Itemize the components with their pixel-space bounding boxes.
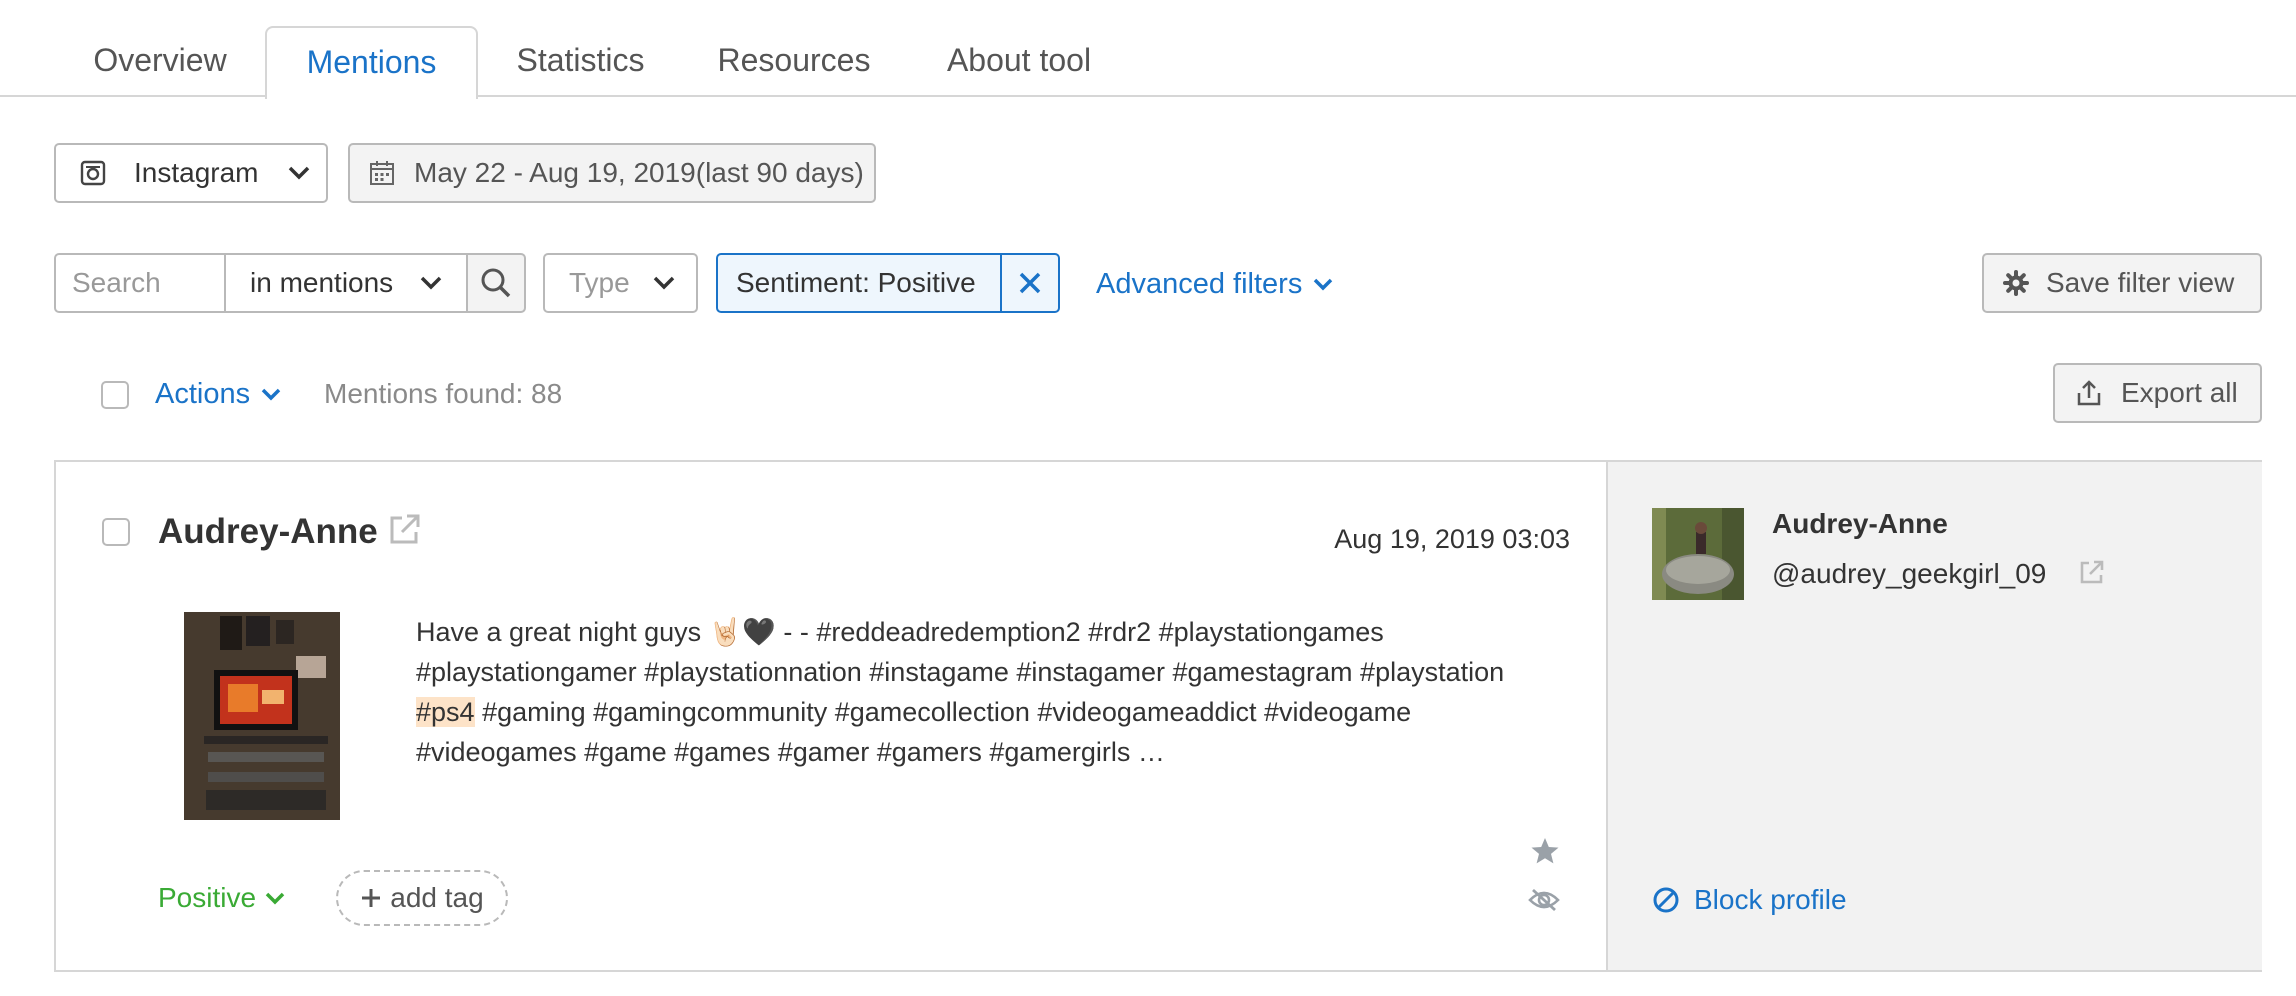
chevron-down-icon — [260, 387, 282, 401]
tab-mentions[interactable]: Mentions — [265, 26, 478, 99]
search-placeholder: Search — [72, 267, 161, 298]
search-icon — [480, 267, 512, 299]
actions-label: Actions — [155, 377, 251, 410]
export-icon — [2075, 379, 2103, 407]
block-icon — [1652, 886, 1680, 914]
sentiment-label: Positive — [158, 882, 257, 913]
mention-date: Aug 19, 2019 03:03 — [1334, 524, 1570, 554]
search-scope-dropdown[interactable]: in mentions — [224, 253, 468, 313]
chevron-down-icon — [1312, 277, 1334, 291]
add-tag-label: add tag — [390, 882, 484, 913]
close-icon — [1018, 271, 1042, 295]
avatar[interactable] — [1652, 508, 1744, 600]
chevron-down-icon — [287, 165, 311, 181]
external-link-icon[interactable] — [388, 512, 422, 546]
gear-icon — [2002, 269, 2030, 297]
plus-icon — [360, 887, 382, 909]
type-dropdown[interactable]: Type — [543, 253, 698, 313]
export-all-label: Export all — [2121, 377, 2238, 408]
author-profile-panel: Audrey-Anne @audrey_geekgirl_09 Block pr… — [1606, 462, 2262, 970]
tab-about-tool[interactable]: About tool — [934, 26, 1104, 97]
instagram-icon — [80, 160, 106, 186]
tab-statistics[interactable]: Statistics — [508, 26, 653, 97]
chevron-down-icon — [264, 891, 286, 905]
star-icon[interactable] — [1530, 836, 1560, 866]
mention-text-rest: #gaming #gamingcommunity #gamecollection… — [416, 697, 1412, 767]
profile-handle[interactable]: @audrey_geekgirl_09 — [1772, 558, 2046, 590]
sentiment-filter-chip[interactable]: Sentiment: Positive — [716, 253, 1004, 313]
mention-card: Audrey-Anne Aug 19, 2019 03:03 Have a gr… — [54, 460, 2262, 972]
search-button[interactable] — [466, 253, 526, 313]
date-range-label: May 22 - Aug 19, 2019(last 90 days) — [414, 157, 864, 188]
block-profile-link[interactable]: Block profile — [1652, 880, 1847, 920]
search-input[interactable]: Search — [54, 253, 226, 313]
mention-checkbox[interactable] — [102, 518, 130, 546]
mention-author[interactable]: Audrey-Anne — [158, 512, 378, 552]
tab-bar: Overview Mentions Statistics Resources A… — [0, 0, 2296, 99]
mention-text-body: Have a great night guys 🤘🏻🖤 - - #reddead… — [416, 617, 1505, 687]
chevron-down-icon — [652, 275, 676, 291]
date-range-button[interactable]: May 22 - Aug 19, 2019(last 90 days) — [348, 143, 876, 203]
remove-sentiment-filter-button[interactable] — [1000, 253, 1060, 313]
save-filter-view-label: Save filter view — [2046, 267, 2235, 298]
external-link-icon[interactable] — [2078, 558, 2106, 586]
sentiment-dropdown[interactable]: Positive — [158, 878, 286, 918]
chevron-down-icon — [419, 275, 443, 291]
tab-overview[interactable]: Overview — [86, 26, 234, 97]
advanced-filters-link[interactable]: Advanced filters — [1096, 264, 1334, 304]
mention-image[interactable] — [184, 612, 340, 820]
profile-name: Audrey-Anne — [1772, 508, 1948, 539]
advanced-filters-label: Advanced filters — [1096, 267, 1303, 300]
block-profile-label: Block profile — [1694, 884, 1847, 915]
tab-resources[interactable]: Resources — [714, 26, 874, 97]
sentiment-filter-label: Sentiment: Positive — [736, 267, 976, 298]
mention-keyword-highlight: #ps4 — [416, 697, 475, 727]
export-all-button[interactable]: Export all — [2053, 363, 2262, 423]
mention-text: Have a great night guys 🤘🏻🖤 - - #reddead… — [416, 612, 1566, 772]
add-tag-button[interactable]: add tag — [336, 870, 508, 926]
save-filter-view-button[interactable]: Save filter view — [1982, 253, 2262, 313]
actions-dropdown[interactable]: Actions — [155, 374, 282, 414]
hide-icon[interactable] — [1528, 886, 1560, 914]
search-scope-label: in mentions — [250, 267, 394, 298]
source-dropdown[interactable]: Instagram — [54, 143, 328, 203]
select-all-checkbox[interactable] — [101, 381, 129, 409]
type-label: Type — [569, 267, 630, 298]
calendar-icon — [368, 159, 396, 187]
mentions-found-count: Mentions found: 88 — [324, 378, 563, 409]
source-label: Instagram — [134, 157, 259, 188]
